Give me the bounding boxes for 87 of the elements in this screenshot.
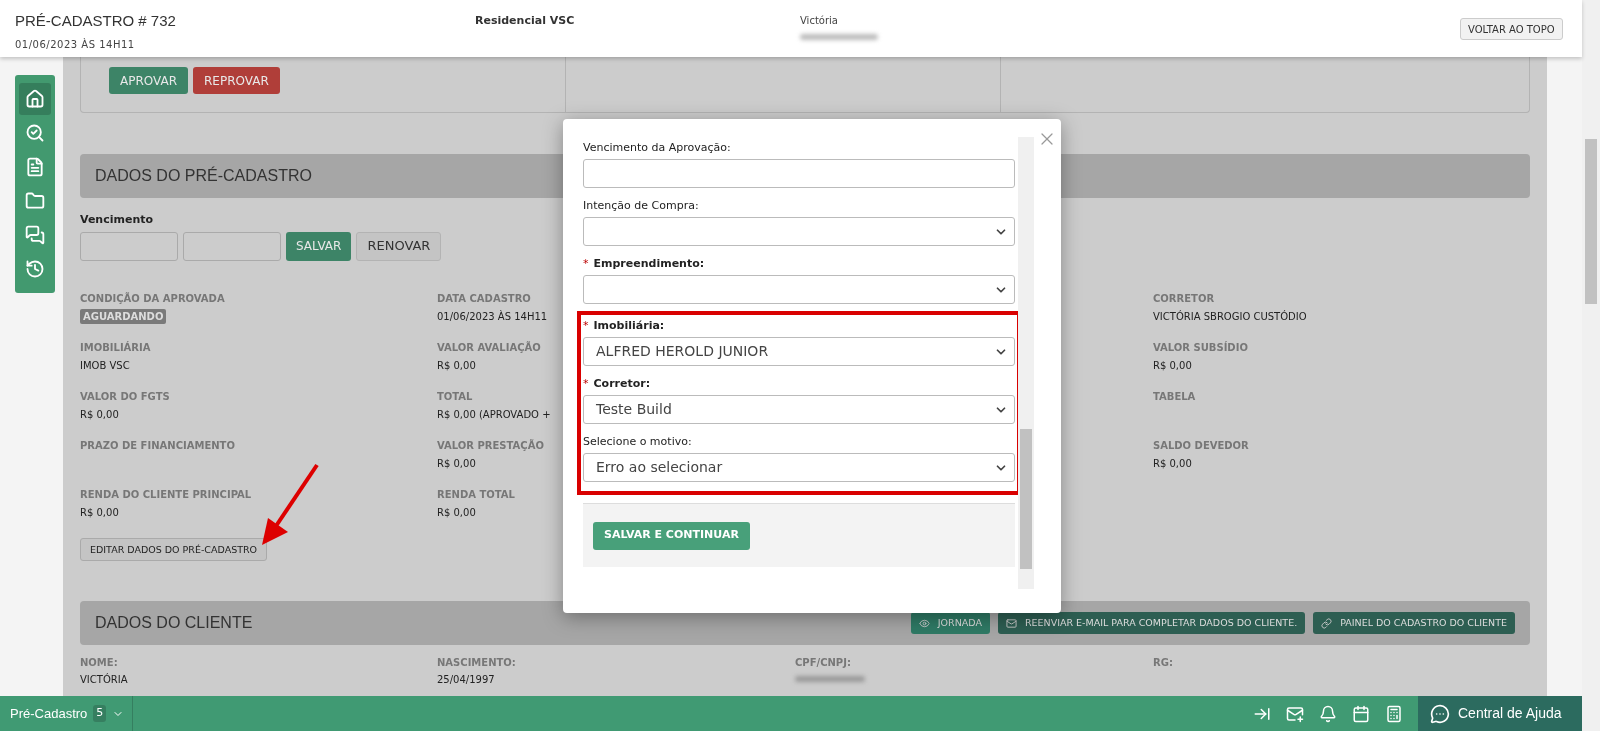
mail-icon: [1005, 617, 1017, 629]
blurred-text: [795, 676, 865, 683]
client-name: Victória: [800, 14, 839, 28]
info-label: SALDO DEVEDOR: [1153, 438, 1249, 453]
info-label: CPF/CNPJ:: [795, 656, 851, 671]
save-button[interactable]: SALVAR: [286, 231, 352, 261]
project-name: Residencial VSC: [475, 13, 576, 29]
bell-icon[interactable]: [1319, 704, 1337, 723]
info-label: NOME:: [80, 656, 118, 671]
info-label: RG:: [1153, 656, 1173, 671]
link-icon: [1321, 617, 1333, 629]
calculator-icon[interactable]: [1385, 704, 1403, 723]
magnifier-icon: [25, 123, 45, 143]
required-mark: *: [583, 255, 589, 272]
select-field[interactable]: [583, 217, 1015, 246]
info-label: VALOR SUBSÍDIO: [1153, 340, 1248, 355]
info-label: TOTAL: [437, 389, 473, 404]
info-value: R$ 0,00 (APROVADO +: [437, 407, 551, 422]
renew-button[interactable]: RENOVAR: [356, 231, 442, 261]
info-value: VICTÓRIA SBROGIO CUSTÓDIO: [1153, 309, 1307, 324]
mail-icon[interactable]: [1286, 704, 1304, 723]
info-label: VALOR PRESTAÇÃO: [437, 438, 544, 453]
info-value: R$ 0,00: [437, 358, 476, 373]
edit-button[interactable]: EDITAR DADOS DO PRÉ-CADASTRO: [80, 538, 268, 562]
date-field[interactable]: [80, 231, 178, 261]
info-value: R$ 0,00: [1153, 456, 1192, 471]
folder-icon: [25, 191, 45, 211]
info-label: VALOR AVALIAÇÃO: [437, 340, 541, 355]
count-badge: 5: [93, 705, 107, 722]
info-label: IMOBILIÁRIA: [80, 340, 151, 355]
info-value: VICTÓRIA: [80, 672, 128, 688]
action-button[interactable]: REENVIAR E-MAIL PARA COMPLETAR DADOS DO CLIENTE.: [997, 612, 1306, 635]
field-label: Vencimento: [80, 212, 155, 228]
section-title: DADOS DO CLIENTE: [95, 613, 253, 634]
info-value: 25/04/1997: [437, 673, 495, 688]
info-value: R$ 0,00: [437, 505, 476, 520]
scrollbar[interactable]: [1582, 0, 1600, 731]
info-value: R$ 0,00: [80, 407, 119, 422]
section-title: DADOS DO PRÉ-CADASTRO: [95, 165, 312, 186]
field-label: Vencimento da Aprovação:: [583, 139, 731, 156]
field-label: Corretor:: [593, 375, 651, 392]
info-label: PRAZO DE FINANCIAMENTO: [80, 438, 235, 453]
info-value: 01/06/2023 ÀS 14H11: [437, 309, 548, 324]
eye-icon: [918, 617, 930, 629]
info-value: IMOB VSC: [80, 358, 130, 373]
help-button[interactable]: Central de Ajuda: [1418, 696, 1582, 731]
history-icon: [25, 259, 45, 279]
info-label: RENDA TOTAL: [437, 487, 515, 502]
module-name[interactable]: Pré-Cadastro: [10, 703, 88, 724]
status-badge: AGUARDANDO: [80, 308, 167, 324]
submit-button[interactable]: SALVAR E CONTINUAR: [593, 521, 750, 550]
scrollbar[interactable]: [1018, 137, 1034, 589]
info-label: NASCIMENTO:: [437, 656, 516, 671]
info-label: CORRETOR: [1153, 291, 1215, 306]
select-field[interactable]: Teste Build: [583, 395, 1015, 424]
select-field[interactable]: Erro ao selecionar: [583, 453, 1015, 482]
chat-icon: [1430, 703, 1450, 724]
calendar-icon[interactable]: [1352, 704, 1370, 723]
document-icon: [25, 157, 45, 177]
required-mark: *: [583, 317, 589, 334]
date-field[interactable]: [183, 231, 281, 261]
field-label: Imobiliária:: [593, 317, 665, 334]
action-button[interactable]: PAINEL DO CADASTRO DO CLIENTE: [1313, 612, 1515, 635]
info-label: VALOR DO FGTS: [80, 389, 170, 404]
page-title: PRÉ-CADASTRO # 732: [15, 11, 177, 31]
required-mark: *: [583, 375, 589, 392]
approve-button[interactable]: APROVAR: [109, 67, 188, 94]
reject-button[interactable]: REPROVAR: [193, 67, 280, 94]
sidebar-item[interactable]: [19, 83, 51, 115]
home-icon: [25, 89, 45, 109]
select-field[interactable]: [583, 275, 1015, 304]
info-label: DATA CADASTRO: [437, 291, 531, 306]
info-value: R$ 0,00: [437, 456, 476, 471]
info-label: CONDIÇÃO DA APROVADA: [80, 291, 225, 306]
field-label: Selecione o motivo:: [583, 433, 692, 450]
chat-icon: [25, 225, 45, 245]
field-label: Intenção de Compra:: [583, 197, 699, 214]
info-value: R$ 0,00: [1153, 358, 1192, 373]
page-date: 01/06/2023 ÀS 14H11: [15, 37, 136, 52]
field-label: Empreendimento:: [593, 255, 705, 272]
select-field[interactable]: ALFRED HEROLD JUNIOR: [583, 337, 1015, 366]
info-label: RENDA DO CLIENTE PRINCIPAL: [80, 487, 252, 502]
back-to-top-button[interactable]: VOLTAR AO TOPO: [1460, 18, 1563, 40]
input-field[interactable]: [583, 159, 1015, 188]
info-value: R$ 0,00: [80, 505, 119, 520]
action-button[interactable]: JORNADA: [910, 612, 990, 635]
info-label: TABELA: [1153, 389, 1196, 404]
